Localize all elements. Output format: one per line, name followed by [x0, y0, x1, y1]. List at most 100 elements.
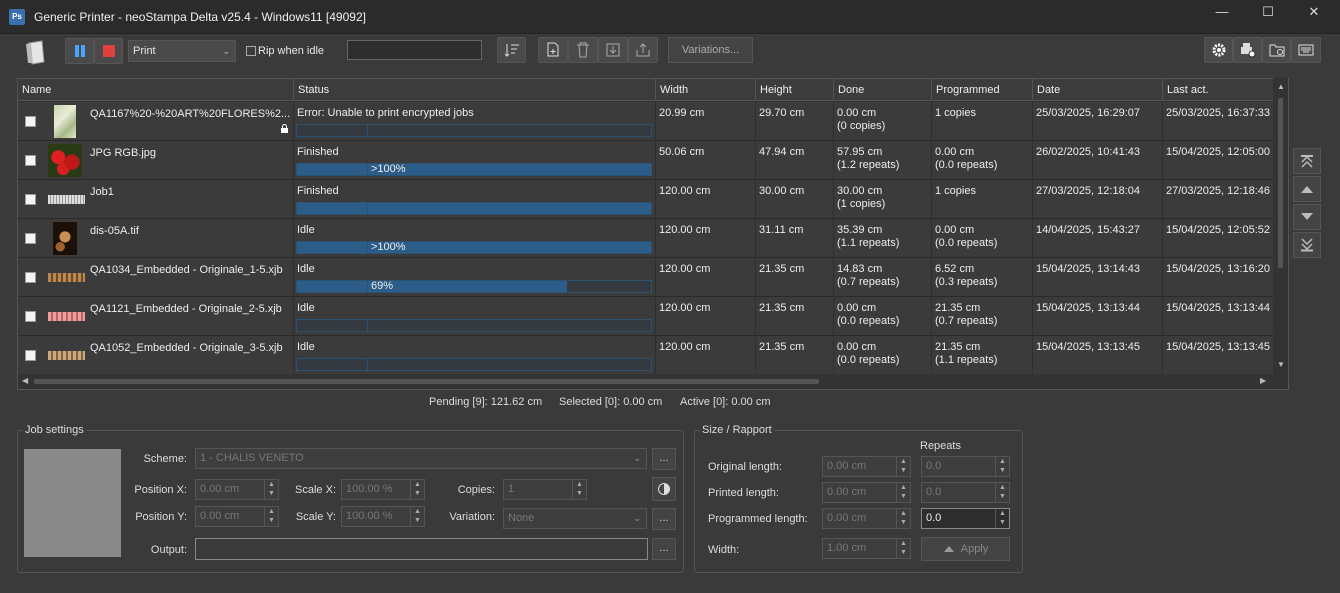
column-name[interactable]: Name [18, 79, 294, 101]
scheme-browse-button[interactable]: ... [652, 448, 676, 470]
spinner-icon[interactable]: ▲ ▼ [995, 457, 1009, 476]
printed-repeats-input[interactable]: 0.0 ▲ ▼ [921, 482, 1010, 503]
add-job-button[interactable] [538, 37, 568, 63]
delete-job-button[interactable] [568, 37, 598, 63]
job-name: QA1034_Embedded - Originale_1-5.xjb [90, 264, 283, 276]
spinner-icon[interactable]: ▲ ▼ [572, 480, 586, 499]
column-last-act[interactable]: Last act. [1163, 79, 1276, 101]
printer-settings-button[interactable] [1233, 37, 1262, 63]
original-repeats-input[interactable]: 0.0 ▲ ▼ [921, 456, 1010, 477]
move-down-button[interactable] [1293, 204, 1321, 230]
minimize-button[interactable]: — [1199, 0, 1245, 24]
job-height: 31.11 cm [756, 219, 834, 258]
sort-button[interactable] [497, 37, 526, 63]
column-date[interactable]: Date [1033, 79, 1163, 101]
row-checkbox[interactable] [25, 116, 36, 127]
job-height: 21.35 cm [756, 258, 834, 297]
position-x-input[interactable]: 0.00 cm ▲ ▼ [195, 479, 279, 500]
output-browse-button[interactable]: ... [652, 538, 676, 560]
spinner-icon[interactable]: ▲ ▼ [896, 457, 910, 476]
output-input[interactable] [195, 538, 648, 560]
table-row[interactable]: QA1121_Embedded - Originale_2-5.xjb Idle… [18, 297, 1276, 336]
horizontal-scrollbar[interactable]: ◀ ▶ [18, 374, 1274, 389]
stop-button[interactable] [94, 38, 123, 64]
programmed-length-input[interactable]: 0.00 cm ▲ ▼ [822, 508, 911, 529]
column-done[interactable]: Done [834, 79, 932, 101]
spinner-icon[interactable]: ▲ ▼ [410, 507, 424, 526]
original-length-input[interactable]: 0.00 cm ▲ ▼ [822, 456, 911, 477]
printed-length-input[interactable]: 0.00 cm ▲ ▼ [822, 482, 911, 503]
row-checkbox[interactable] [25, 233, 36, 244]
scroll-up-icon[interactable]: ▲ [1277, 82, 1285, 91]
row-checkbox[interactable] [25, 311, 36, 322]
row-checkbox[interactable] [25, 155, 36, 166]
table-row[interactable]: QA1034_Embedded - Originale_1-5.xjb Idle… [18, 258, 1276, 297]
table-row[interactable]: QA1167%20-%20ART%20FLORES%2... Error: Un… [18, 102, 1276, 141]
scheme-select[interactable]: 1 - CHALIS VENETO ⌄ [195, 448, 647, 469]
copies-input[interactable]: 1 ▲ ▼ [503, 479, 587, 500]
column-width[interactable]: Width [656, 79, 756, 101]
job-status: Finished [297, 146, 339, 158]
scale-y-input[interactable]: 100.00 % ▲ ▼ [341, 506, 425, 527]
spinner-icon[interactable]: ▲ ▼ [896, 483, 910, 502]
scroll-thumb-horizontal[interactable] [34, 379, 819, 384]
printer-icon[interactable] [24, 38, 50, 66]
spinner-icon[interactable]: ▲ ▼ [896, 539, 910, 558]
row-checkbox[interactable] [25, 194, 36, 205]
job-name: JPG RGB.jpg [90, 147, 157, 159]
scale-x-input[interactable]: 100.00 % ▲ ▼ [341, 479, 425, 500]
keyboard-button[interactable] [1291, 37, 1321, 63]
job-status: Idle [297, 341, 315, 353]
job-programmed-detail: (0.0 repeats) [935, 159, 998, 171]
programmed-repeats-input[interactable]: 0.0 ▲ ▼ [921, 508, 1010, 529]
folder-sync-button[interactable] [1262, 37, 1291, 63]
move-bottom-button[interactable] [1293, 232, 1321, 258]
spinner-icon[interactable]: ▲ ▼ [896, 509, 910, 528]
spinner-icon[interactable]: ▲ ▼ [264, 480, 278, 499]
maximize-button[interactable]: ☐ [1245, 0, 1291, 24]
apply-button[interactable]: Apply [921, 537, 1010, 561]
scroll-down-icon[interactable]: ▼ [1277, 360, 1285, 369]
variations-button[interactable]: Variations... [668, 37, 753, 63]
table-header: Name Status Width Height Done Programmed… [18, 79, 1276, 101]
vertical-scrollbar[interactable]: ▲ ▼ [1273, 78, 1288, 374]
position-y-value: 0.00 cm [200, 510, 240, 522]
move-bottom-icon [1301, 238, 1313, 252]
move-up-button[interactable] [1293, 176, 1321, 202]
rip-when-idle-checkbox[interactable] [246, 46, 256, 56]
width-input[interactable]: 1.00 cm ▲ ▼ [822, 538, 911, 559]
variation-browse-button[interactable]: ... [652, 508, 676, 530]
toolbar-input[interactable] [347, 40, 482, 60]
table-row[interactable]: QA1052_Embedded - Originale_3-5.xjb Idle… [18, 336, 1276, 375]
row-checkbox[interactable] [25, 350, 36, 361]
variation-select[interactable]: None ⌄ [503, 508, 647, 529]
column-height[interactable]: Height [756, 79, 834, 101]
spinner-icon[interactable]: ▲ ▼ [264, 507, 278, 526]
scroll-right-icon[interactable]: ▶ [1260, 376, 1266, 385]
column-programmed[interactable]: Programmed [932, 79, 1033, 101]
job-table[interactable]: Name Status Width Height Done Programmed… [17, 78, 1289, 390]
row-checkbox[interactable] [25, 272, 36, 283]
spinner-icon[interactable]: ▲ ▼ [995, 509, 1009, 528]
spinner-icon[interactable]: ▲ ▼ [995, 483, 1009, 502]
settings-button[interactable] [1204, 37, 1233, 63]
scroll-thumb[interactable] [1278, 98, 1283, 268]
close-button[interactable]: ✕ [1291, 0, 1337, 24]
spinner-icon[interactable]: ▲ ▼ [410, 480, 424, 499]
job-name: QA1121_Embedded - Originale_2-5.xjb [90, 303, 282, 315]
export-button[interactable] [628, 37, 658, 63]
move-top-button[interactable] [1293, 148, 1321, 174]
mode-select[interactable]: Print ⌄ [128, 40, 236, 62]
scroll-left-icon[interactable]: ◀ [22, 376, 28, 385]
pause-button[interactable] [65, 38, 94, 64]
import-button[interactable] [598, 37, 628, 63]
table-row[interactable]: Job1 Finished 120.00 cm 30.00 cm 30.00 c… [18, 180, 1276, 219]
job-height: 21.35 cm [756, 336, 834, 375]
table-row[interactable]: JPG RGB.jpg Finished >100% 50.06 cm 47.9… [18, 141, 1276, 180]
job-date: 27/03/2025, 12:18:04 [1033, 180, 1163, 219]
contrast-button[interactable] [652, 477, 676, 501]
table-row[interactable]: dis-05A.tif Idle >100% 120.00 cm 31.11 c… [18, 219, 1276, 258]
column-status[interactable]: Status [294, 79, 656, 101]
position-y-input[interactable]: 0.00 cm ▲ ▼ [195, 506, 279, 527]
job-last-act: 15/04/2025, 13:16:20 [1166, 263, 1270, 275]
